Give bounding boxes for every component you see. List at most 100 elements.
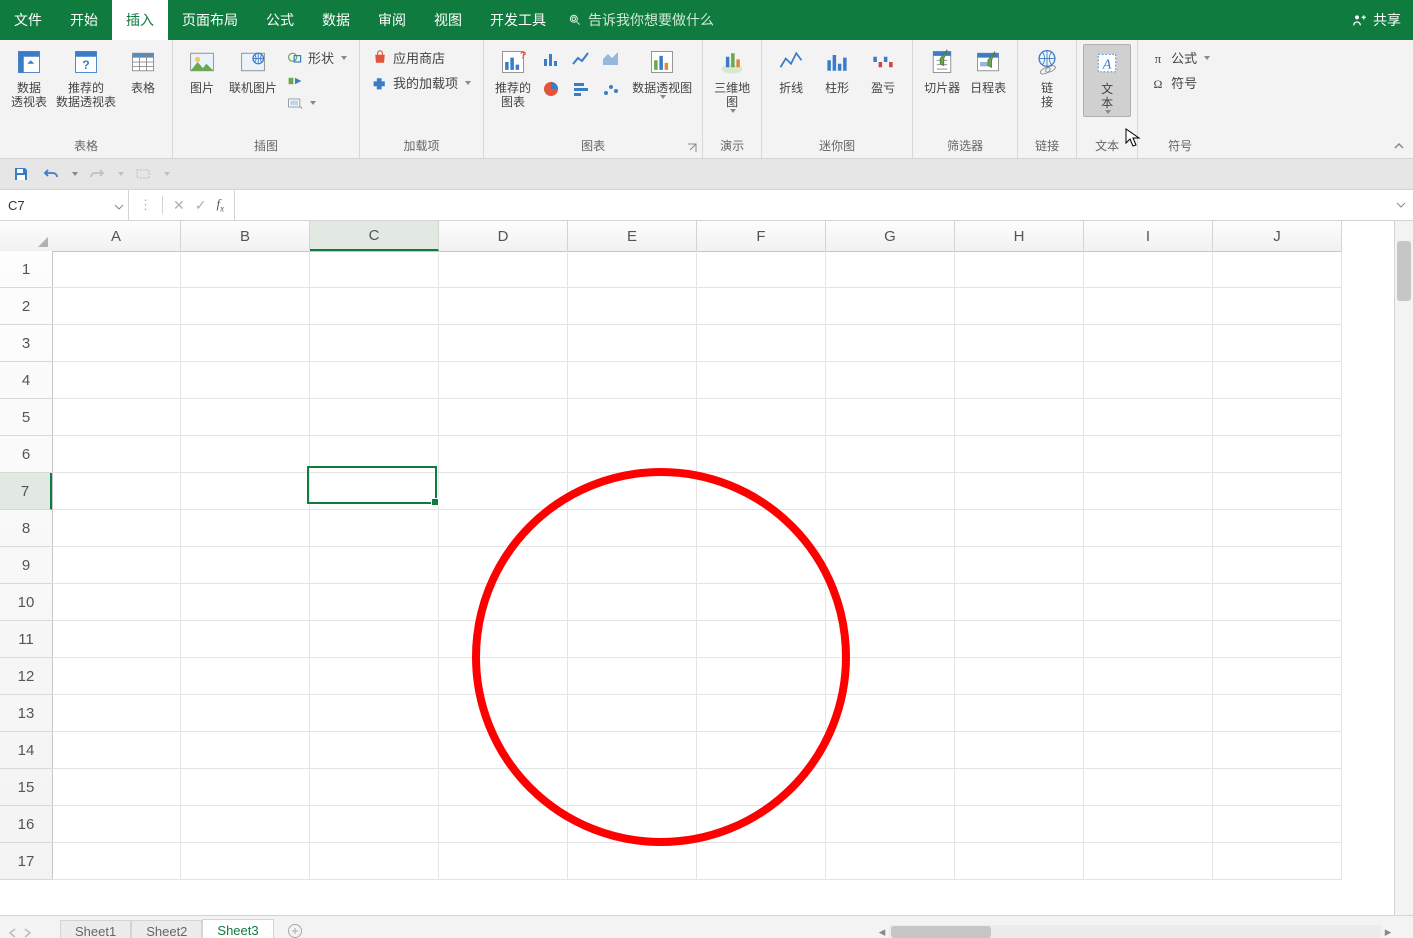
cell[interactable]: [181, 547, 310, 584]
cell[interactable]: [52, 769, 181, 806]
sheet-tab-2[interactable]: Sheet2: [131, 920, 202, 938]
qat-customize-icon[interactable]: [164, 172, 170, 176]
scroll-left-button[interactable]: ◂: [875, 925, 889, 938]
tab-file[interactable]: 文件: [0, 0, 56, 40]
hyperlink-button[interactable]: 链 接: [1024, 44, 1070, 111]
cell[interactable]: [439, 658, 568, 695]
cell[interactable]: [955, 843, 1084, 880]
row-header[interactable]: 8: [0, 510, 52, 547]
cell[interactable]: [439, 288, 568, 325]
chart-line-button[interactable]: [568, 46, 594, 72]
picture-button[interactable]: 图片: [179, 44, 225, 97]
cell[interactable]: [52, 436, 181, 473]
cell[interactable]: [439, 436, 568, 473]
tab-pagelayout[interactable]: 页面布局: [168, 0, 252, 40]
vertical-scrollbar[interactable]: [1394, 221, 1413, 915]
sheet-tab-1[interactable]: Sheet1: [60, 920, 131, 938]
cell[interactable]: [955, 362, 1084, 399]
cell[interactable]: [955, 621, 1084, 658]
cell[interactable]: [52, 806, 181, 843]
cell[interactable]: [181, 584, 310, 621]
cell[interactable]: [826, 621, 955, 658]
cell[interactable]: [955, 547, 1084, 584]
row-header[interactable]: 10: [0, 584, 52, 621]
cell[interactable]: [1084, 806, 1213, 843]
cell[interactable]: [568, 436, 697, 473]
cell[interactable]: [310, 436, 439, 473]
cancel-formula-button[interactable]: ✕: [173, 197, 185, 214]
cell[interactable]: [955, 325, 1084, 362]
cell[interactable]: [697, 547, 826, 584]
column-header[interactable]: B: [181, 221, 310, 251]
cell[interactable]: [568, 732, 697, 769]
enter-formula-button[interactable]: ✓: [195, 197, 207, 214]
cell[interactable]: [826, 251, 955, 288]
charts-dialog-launcher[interactable]: [686, 142, 698, 154]
cell[interactable]: [310, 843, 439, 880]
column-header[interactable]: H: [955, 221, 1084, 251]
tab-developer[interactable]: 开发工具: [476, 0, 560, 40]
cell[interactable]: [697, 806, 826, 843]
cell[interactable]: [439, 621, 568, 658]
cell[interactable]: [1084, 621, 1213, 658]
scrollbar-thumb[interactable]: [891, 926, 991, 938]
cell[interactable]: [955, 473, 1084, 510]
cell[interactable]: [1213, 621, 1342, 658]
cell[interactable]: [1084, 399, 1213, 436]
cell[interactable]: [1084, 695, 1213, 732]
cell[interactable]: [568, 658, 697, 695]
name-box[interactable]: C7: [0, 190, 129, 220]
cell[interactable]: [826, 769, 955, 806]
cell[interactable]: [439, 769, 568, 806]
sparkline-winloss-button[interactable]: 盈亏: [860, 44, 906, 97]
cell[interactable]: [52, 547, 181, 584]
my-addins-button[interactable]: 我的加载项: [368, 71, 475, 94]
cell[interactable]: [1213, 436, 1342, 473]
tab-insert[interactable]: 插入: [112, 0, 168, 40]
cell[interactable]: [310, 806, 439, 843]
cell[interactable]: [181, 806, 310, 843]
formula-input[interactable]: [235, 190, 1413, 220]
cell[interactable]: [181, 843, 310, 880]
cell[interactable]: [439, 399, 568, 436]
cell[interactable]: [1213, 769, 1342, 806]
new-sheet-button[interactable]: [282, 920, 308, 938]
cell[interactable]: [955, 399, 1084, 436]
row-header[interactable]: 3: [0, 325, 52, 362]
row-header[interactable]: 5: [0, 399, 52, 436]
cell[interactable]: [52, 473, 181, 510]
cell[interactable]: [439, 251, 568, 288]
name-box-dropdown-icon[interactable]: [114, 200, 124, 210]
undo-dropdown-icon[interactable]: [72, 172, 78, 176]
redo-button[interactable]: [86, 163, 108, 185]
cell[interactable]: [181, 658, 310, 695]
cell[interactable]: [826, 658, 955, 695]
undo-button[interactable]: [40, 163, 62, 185]
cell[interactable]: [181, 288, 310, 325]
select-all-button[interactable]: [0, 221, 53, 252]
column-header[interactable]: J: [1213, 221, 1342, 251]
cell[interactable]: [955, 436, 1084, 473]
cell[interactable]: [697, 399, 826, 436]
chart-pie-button[interactable]: [538, 76, 564, 102]
cell[interactable]: [697, 325, 826, 362]
column-header[interactable]: E: [568, 221, 697, 251]
3d-map-button[interactable]: 三维地 图: [709, 44, 755, 115]
smartart-button[interactable]: [283, 71, 351, 91]
cell[interactable]: [568, 769, 697, 806]
cell[interactable]: [52, 695, 181, 732]
screenshot-button[interactable]: [283, 93, 351, 113]
cell[interactable]: [955, 769, 1084, 806]
cell[interactable]: [568, 695, 697, 732]
tab-data[interactable]: 数据: [308, 0, 364, 40]
cell[interactable]: [1084, 769, 1213, 806]
cell[interactable]: [310, 473, 439, 510]
cell[interactable]: [181, 510, 310, 547]
pivot-chart-button[interactable]: 数据透视图: [628, 44, 696, 101]
column-header[interactable]: A: [52, 221, 181, 251]
expand-formula-bar-button[interactable]: [1395, 199, 1407, 211]
cell[interactable]: [1084, 510, 1213, 547]
cell[interactable]: [1213, 325, 1342, 362]
cell[interactable]: [955, 695, 1084, 732]
cell[interactable]: [310, 547, 439, 584]
